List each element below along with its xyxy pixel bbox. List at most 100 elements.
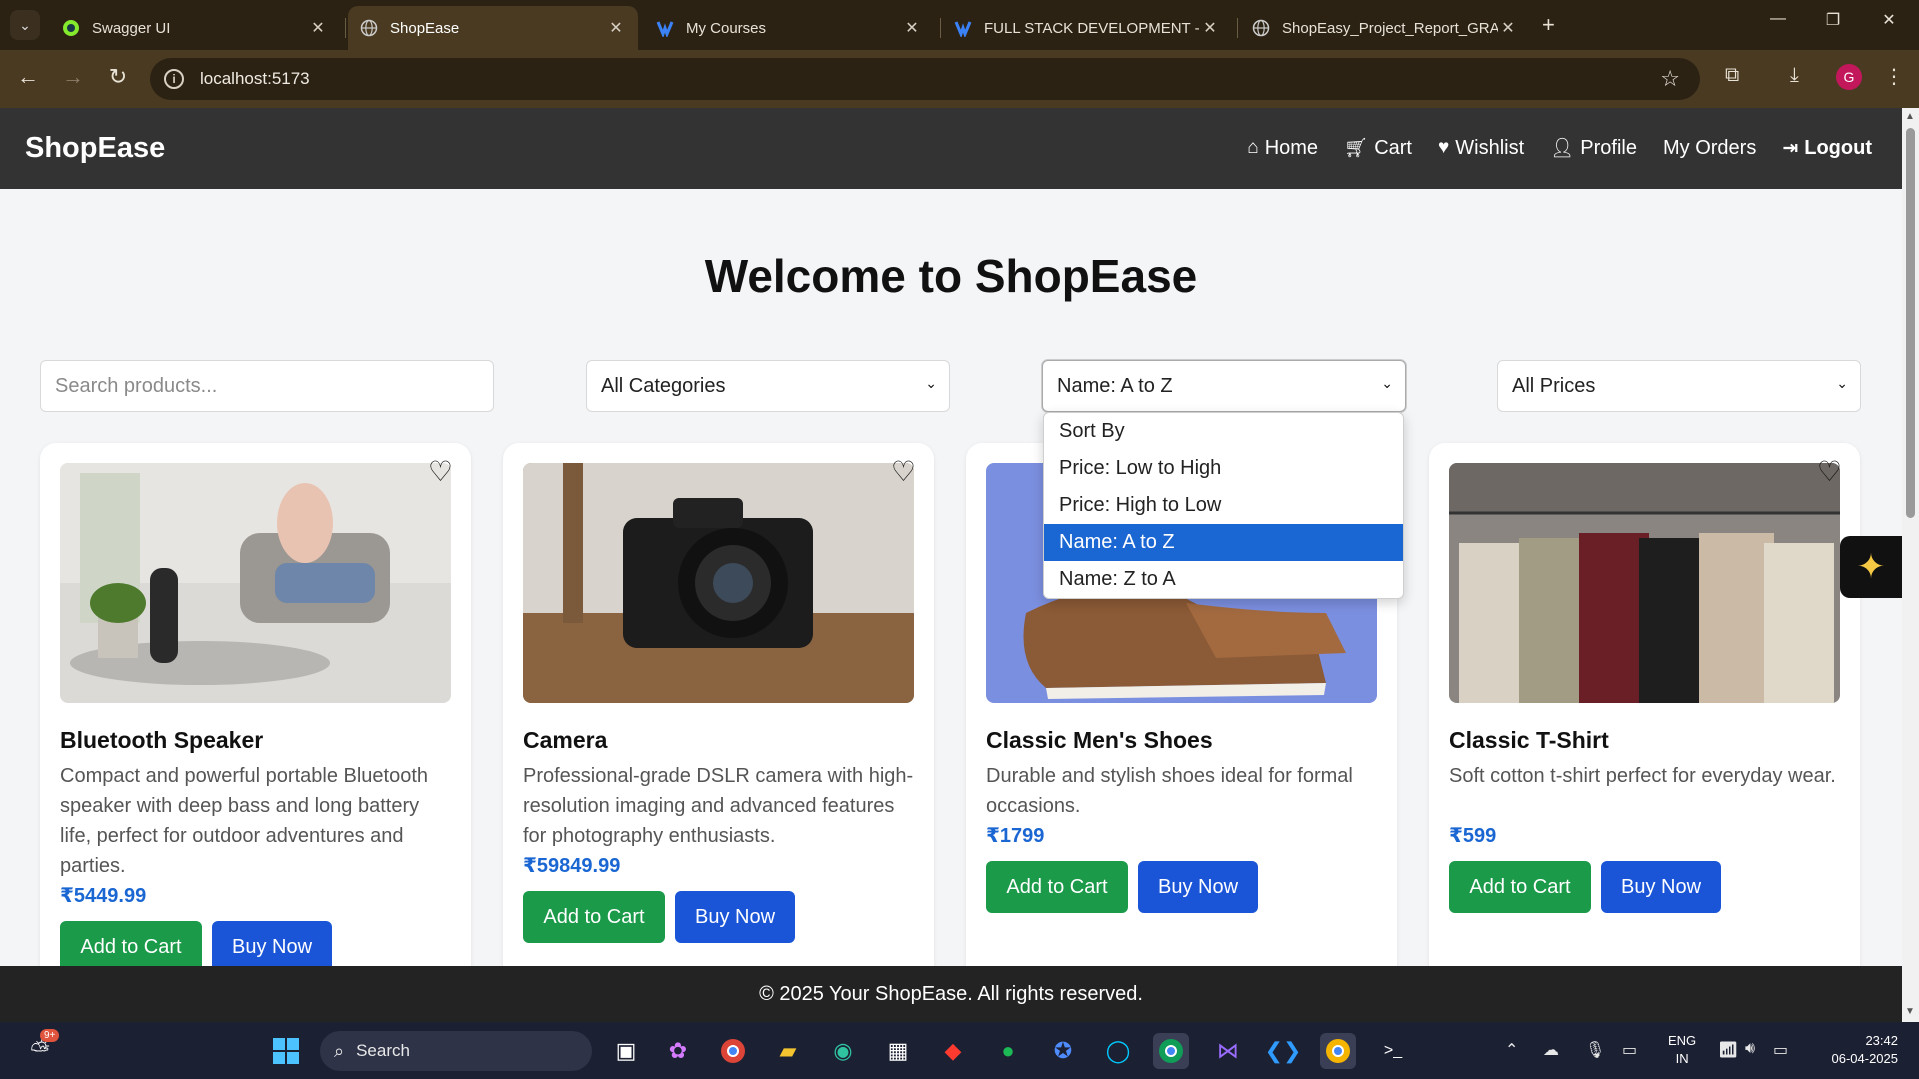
nav-my-orders[interactable]: My Orders	[1663, 136, 1756, 160]
sort-option-selected[interactable]: Name: A to Z	[1044, 524, 1403, 561]
battery-icon[interactable]: ▭	[1773, 1040, 1788, 1060]
download-icon[interactable]: ⤓	[1790, 64, 1799, 87]
brand-logo[interactable]: ShopEase	[25, 132, 165, 165]
task-view-icon[interactable]: ▣	[608, 1033, 644, 1069]
close-icon[interactable]: ✕	[606, 18, 626, 38]
add-to-cart-button[interactable]: Add to Cart	[523, 891, 665, 943]
buy-now-button[interactable]: Buy Now	[212, 921, 332, 966]
tab-my-courses[interactable]: My Courses ✕	[644, 6, 934, 50]
app-store-icon[interactable]: ✪	[1045, 1033, 1081, 1069]
nav-home[interactable]: ⌂ Home	[1247, 136, 1318, 160]
copilot-icon[interactable]: ✿	[660, 1033, 696, 1069]
wishlist-heart-icon[interactable]: ♡	[891, 455, 916, 488]
category-select[interactable]: All Categories ⌄	[586, 360, 950, 412]
extensions-icon[interactable]: ⧉	[1725, 64, 1739, 87]
sort-option[interactable]: Price: High to Low	[1044, 487, 1403, 524]
close-window-icon[interactable]: ✕	[1869, 10, 1909, 30]
close-icon[interactable]: ✕	[1498, 18, 1518, 38]
nav-logout[interactable]: ⇥ Logout	[1782, 136, 1872, 160]
anydesk-icon[interactable]: ◆	[935, 1033, 971, 1069]
alexa-icon[interactable]: ◯	[1100, 1033, 1136, 1069]
add-to-cart-button[interactable]: Add to Cart	[60, 921, 202, 966]
close-icon[interactable]: ✕	[902, 18, 922, 38]
nav-label: Logout	[1804, 136, 1872, 159]
store-icon[interactable]: ▦	[880, 1033, 916, 1069]
tab-search-dropdown-icon[interactable]: ⌄	[10, 10, 40, 40]
tab-label: My Courses	[686, 19, 767, 37]
scroll-down-icon[interactable]: ▼	[1905, 1006, 1915, 1017]
address-bar[interactable]: i localhost:5173 ☆	[150, 58, 1700, 100]
profile-avatar[interactable]: G	[1836, 64, 1862, 90]
sort-option[interactable]: Name: Z to A	[1044, 561, 1403, 598]
nav-cart[interactable]: 🛒︎ Cart	[1344, 136, 1412, 160]
weather-widget-icon[interactable]: ⛅︎ 9+	[22, 1029, 60, 1069]
page-scrollbar[interactable]: ▲ ▼	[1902, 108, 1919, 1022]
edge-icon[interactable]: ◉	[825, 1033, 861, 1069]
reload-icon[interactable]: ↻	[103, 64, 133, 90]
more-menu-icon[interactable]: ⋮	[1884, 64, 1904, 89]
product-image-tshirt[interactable]	[1449, 463, 1840, 703]
tab-full-stack[interactable]: FULL STACK DEVELOPMENT - C ✕	[942, 6, 1232, 50]
nav-wishlist[interactable]: ♥ Wishlist	[1438, 136, 1524, 160]
wifi-icon[interactable]: 📶︎	[1718, 1040, 1738, 1060]
nav-label: Profile	[1580, 136, 1637, 159]
file-explorer-icon[interactable]: ▰	[770, 1033, 806, 1069]
sort-option[interactable]: Sort By	[1044, 413, 1403, 450]
chrome-active-icon[interactable]	[1153, 1033, 1189, 1069]
add-to-cart-button[interactable]: Add to Cart	[986, 861, 1128, 913]
sort-option[interactable]: Price: Low to High	[1044, 450, 1403, 487]
onedrive-icon[interactable]: ☁	[1543, 1040, 1559, 1060]
product-name: Classic T-Shirt	[1449, 727, 1609, 753]
nav-label: Cart	[1374, 136, 1412, 159]
tab-swagger[interactable]: Swagger UI ✕	[50, 6, 340, 50]
terminal-icon[interactable]: >_	[1375, 1033, 1411, 1069]
chrome-profile-icon[interactable]	[1320, 1033, 1356, 1069]
chevron-down-icon: ⌄	[1381, 375, 1393, 391]
microphone-icon[interactable]: 🎙︎	[1585, 1040, 1605, 1060]
buy-now-button[interactable]: Buy Now	[675, 891, 795, 943]
clock-time: 23:42	[1865, 1033, 1898, 1048]
product-image-speaker[interactable]	[60, 463, 451, 703]
new-tab-plus-icon[interactable]: +	[1542, 12, 1555, 38]
back-arrow-icon[interactable]: ←	[13, 64, 43, 90]
buy-now-button[interactable]: Buy Now	[1601, 861, 1721, 913]
sparkle-assistant-icon[interactable]: ✦	[1840, 536, 1902, 598]
chevron-down-icon: ⌄	[1836, 375, 1848, 391]
scrollbar-thumb[interactable]	[1906, 128, 1915, 518]
display-icon[interactable]: ▭	[1622, 1040, 1637, 1060]
chrome-icon[interactable]	[715, 1033, 751, 1069]
price-select[interactable]: All Prices ⌄	[1497, 360, 1861, 412]
taskbar-search[interactable]: ⌕ Search	[320, 1031, 592, 1071]
visual-studio-icon[interactable]: ⋈	[1210, 1033, 1246, 1069]
windows-start-icon[interactable]	[268, 1033, 304, 1069]
sort-select[interactable]: Name: A to Z ⌄	[1042, 360, 1406, 412]
add-to-cart-button[interactable]: Add to Cart	[1449, 861, 1591, 913]
category-select-value: All Categories	[601, 374, 726, 397]
nav-profile[interactable]: 👤︎ Profile	[1550, 136, 1637, 160]
scroll-up-icon[interactable]: ▲	[1905, 111, 1915, 122]
site-info-icon[interactable]: i	[164, 69, 184, 89]
system-clock[interactable]: 23:42 06-04-2025	[1818, 1032, 1899, 1068]
tab-project-report[interactable]: ShopEasy_Project_Report_GRAC ✕	[1240, 6, 1530, 50]
minimize-icon[interactable]: —	[1758, 10, 1798, 28]
tab-shopease[interactable]: ShopEase ✕	[348, 6, 638, 50]
vscode-icon[interactable]: ❮❯	[1265, 1033, 1302, 1069]
product-description: Soft cotton t-shirt perfect for everyday…	[1449, 765, 1836, 787]
volume-icon[interactable]: 🔊︎	[1745, 1040, 1755, 1058]
url-text[interactable]: localhost:5173	[200, 69, 310, 89]
bookmark-star-icon[interactable]: ☆	[1660, 66, 1680, 92]
wishlist-heart-icon[interactable]: ♡	[428, 455, 453, 488]
close-icon[interactable]: ✕	[1200, 18, 1220, 38]
buy-now-button[interactable]: Buy Now	[1138, 861, 1258, 913]
wishlist-heart-icon[interactable]: ♡	[1817, 455, 1842, 488]
search-input[interactable]: Search products...	[40, 360, 494, 412]
product-image-camera[interactable]	[523, 463, 914, 703]
product-description: Compact and powerful portable Bluetooth …	[60, 765, 429, 877]
forward-arrow-icon[interactable]: →	[58, 64, 88, 90]
language-indicator[interactable]: ENG IN	[1668, 1032, 1696, 1068]
product-description: Durable and stylish shoes ideal for form…	[986, 765, 1353, 817]
close-icon[interactable]: ✕	[308, 18, 328, 38]
restore-icon[interactable]: ❐	[1813, 10, 1853, 30]
spotify-icon[interactable]: ●	[990, 1033, 1026, 1069]
chevron-up-icon[interactable]: ⌃	[1505, 1040, 1518, 1060]
